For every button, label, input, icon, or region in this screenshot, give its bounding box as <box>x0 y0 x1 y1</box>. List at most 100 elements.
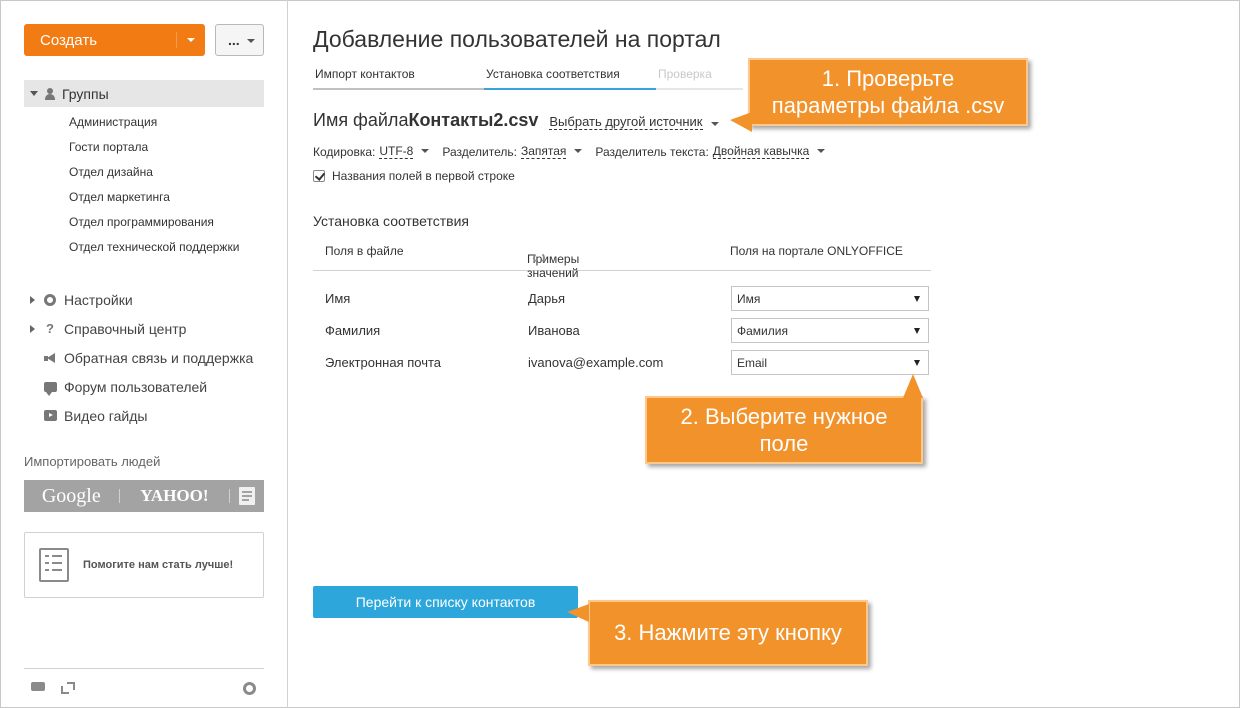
callout-click-button: 3. Нажмите эту кнопку <box>588 600 868 666</box>
dropdown-arrow-icon <box>914 328 920 334</box>
question-icon: ? <box>46 321 54 336</box>
portal-field-select[interactable]: Email <box>731 350 929 375</box>
person-icon <box>44 87 56 100</box>
sidebar-nav: Настройки ? Справочный центр Обратная св… <box>30 285 253 430</box>
sidebar-item-label: Видео гайды <box>64 407 148 424</box>
choose-other-source-link[interactable]: Выбрать другой источник <box>549 114 703 130</box>
gear-icon[interactable] <box>243 682 256 695</box>
dropdown-arrow-icon <box>914 296 920 302</box>
refresh-icon[interactable] <box>533 252 545 264</box>
chevron-down-icon <box>247 39 255 43</box>
mapping-table: Поля в файле Примеры значений Поля на по… <box>313 236 931 375</box>
chevron-down-icon[interactable] <box>421 148 430 153</box>
file-field: Имя <box>325 291 351 306</box>
dropdown-arrow-icon <box>914 360 920 366</box>
import-google-button[interactable]: Google <box>24 485 119 508</box>
step-mapping[interactable]: Установка соответствия <box>484 60 656 90</box>
group-item[interactable]: Администрация <box>69 112 239 137</box>
import-file-button[interactable] <box>230 487 264 505</box>
callout-pointer <box>567 604 589 622</box>
more-actions-button[interactable]: ... <box>215 24 264 56</box>
create-button[interactable]: Создать <box>24 24 205 56</box>
import-sources-bar: Google YAHOO! <box>24 480 264 512</box>
example-value: Иванова <box>528 323 580 338</box>
wizard-steps: Импорт контактов Установка соответствия … <box>313 60 743 90</box>
encoding-label: Кодировка: <box>313 144 376 159</box>
feedback-text: Помогите нам стать лучше! <box>83 559 234 571</box>
sidebar-item-label: Справочный центр <box>64 320 187 337</box>
file-info: Имя файла Контакты2.csv Выбрать другой и… <box>313 110 719 131</box>
sidebar-item-forum[interactable]: Форум пользователей <box>30 372 253 401</box>
mapping-title: Установка соответствия <box>313 213 470 229</box>
go-to-contacts-button[interactable]: Перейти к списку контактов <box>313 586 578 618</box>
sidebar-item-video-guides[interactable]: Видео гайды <box>30 401 253 430</box>
callout-pointer <box>730 112 752 132</box>
step-import-contacts[interactable]: Импорт контактов <box>313 60 484 90</box>
checklist-icon <box>39 548 69 582</box>
group-item[interactable]: Гости портала <box>69 137 239 162</box>
file-name-label: Имя файла <box>313 110 409 130</box>
sidebar-item-label: Настройки <box>64 291 133 308</box>
megaphone-icon <box>43 352 57 363</box>
sidebar-item-label: Форум пользователей <box>64 378 208 395</box>
mapping-table-header: Поля в файле Примеры значений Поля на по… <box>313 236 931 280</box>
callout-text: 2. Выберите нужное поле <box>680 403 888 457</box>
column-header-file-fields: Поля в файле <box>325 244 404 258</box>
first-row-headers-label[interactable]: Названия полей в первой строке <box>332 169 515 183</box>
import-yahoo-button[interactable]: YAHOO! <box>120 486 230 506</box>
portal-field-select[interactable]: Имя <box>731 286 929 311</box>
chevron-down-icon[interactable] <box>710 122 719 126</box>
example-value: Дарья <box>528 291 566 306</box>
delimiter-select[interactable]: Запятая <box>520 144 567 159</box>
sidebar-item-feedback[interactable]: Обратная связь и поддержка <box>30 343 253 372</box>
portal-field-value: Email <box>737 356 768 370</box>
expand-arrow-icon[interactable] <box>30 91 38 96</box>
step-review: Проверка <box>656 60 743 90</box>
page-title: Добавление пользователей на портал <box>313 26 721 52</box>
portal-field-select[interactable]: Фамилия <box>731 318 929 343</box>
more-actions-label: ... <box>228 32 240 48</box>
chevron-down-icon[interactable] <box>817 148 826 153</box>
callout-text: 3. Нажмите эту кнопку <box>614 620 842 646</box>
encoding-select[interactable]: UTF-8 <box>379 144 414 159</box>
file-field: Фамилия <box>325 323 381 338</box>
create-button-separator <box>176 32 177 48</box>
file-field: Электронная почта <box>325 355 442 370</box>
portal-field-value: Фамилия <box>737 324 788 338</box>
sidebar-item-label: Группы <box>62 85 109 102</box>
group-list: Администрация Гости портала Отдел дизайн… <box>69 112 239 262</box>
group-item[interactable]: Отдел дизайна <box>69 162 239 187</box>
expand-icon[interactable] <box>61 682 75 694</box>
group-item[interactable]: Отдел маркетинга <box>69 187 239 212</box>
table-row: Электронная почта ivanova@example.com Em… <box>313 350 931 376</box>
group-item[interactable]: Отдел технической поддержки <box>69 237 239 262</box>
csv-options: Кодировка: UTF-8 Разделитель: Запятая Ра… <box>313 144 838 159</box>
example-value: ivanova@example.com <box>528 355 664 370</box>
chat-icon[interactable] <box>31 682 45 691</box>
help-us-improve-banner[interactable]: Помогите нам стать лучше! <box>24 532 264 598</box>
first-row-headers-checkbox[interactable] <box>313 170 325 182</box>
text-delimiter-label: Разделитель текста: <box>595 144 709 159</box>
create-button-label: Создать <box>40 31 98 49</box>
sidebar-item-help-center[interactable]: ? Справочный центр <box>30 314 253 343</box>
divider <box>24 668 264 669</box>
import-people-title: Импортировать людей <box>24 454 161 469</box>
sidebar-item-settings[interactable]: Настройки <box>30 285 253 314</box>
callout-choose-field: 2. Выберите нужное поле <box>645 396 923 464</box>
chevron-down-icon <box>187 38 195 42</box>
expand-arrow-icon[interactable] <box>30 295 35 304</box>
group-item[interactable]: Отдел программирования <box>69 212 239 237</box>
callout-pointer <box>903 374 923 398</box>
file-name-value: Контакты2.csv <box>408 110 539 130</box>
table-row: Имя Дарья Имя <box>313 286 931 312</box>
document-icon <box>239 487 256 505</box>
text-delimiter-select[interactable]: Двойная кавычка <box>712 144 810 159</box>
sidebar-item-groups[interactable]: Группы <box>24 80 264 107</box>
chevron-down-icon[interactable] <box>574 148 583 153</box>
callout-check-file: 1. Проверьте параметры файла .csv <box>748 58 1028 126</box>
expand-arrow-icon[interactable] <box>30 324 35 333</box>
callout-text: 1. Проверьте параметры файла .csv <box>771 65 1005 119</box>
chat-bubble-icon <box>43 381 57 396</box>
column-header-portal-fields: Поля на портале ONLYOFFICE <box>730 244 903 258</box>
portal-field-value: Имя <box>737 292 761 306</box>
